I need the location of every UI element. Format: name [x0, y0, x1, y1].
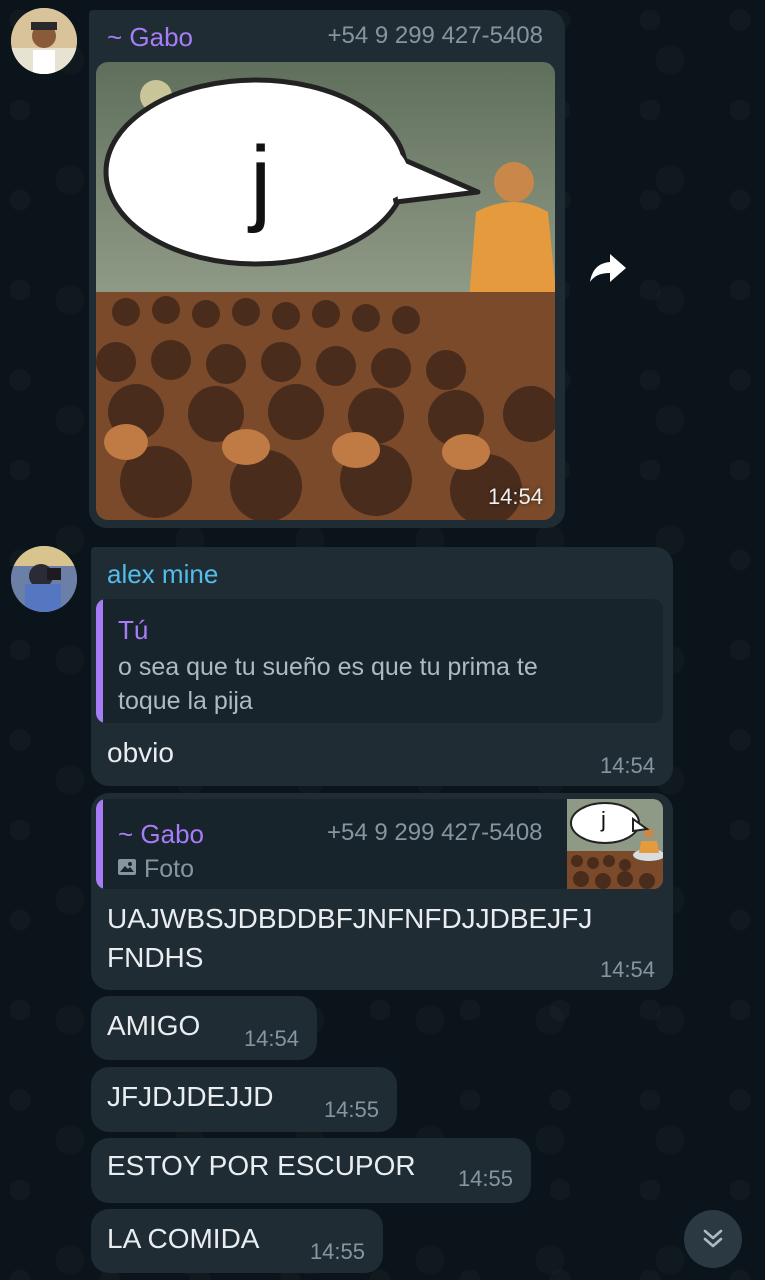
- message-time: 14:55: [309, 1239, 365, 1264]
- meme-image: [96, 62, 555, 520]
- reply-author: ~ Gabo: [118, 819, 205, 849]
- message-time: 14:54: [243, 1026, 299, 1051]
- double-chevron-down-icon: [703, 1229, 723, 1248]
- message-bubble[interactable]: LA COMIDA 14:55: [91, 1209, 383, 1273]
- reply-author: Tú: [118, 615, 149, 645]
- reply-text-line1: o sea que tu sueño es que tu prima te: [118, 653, 538, 681]
- sender-name[interactable]: ~ Gabo: [107, 22, 193, 53]
- message-text: AMIGO: [107, 1010, 201, 1041]
- sender-phone: +54 9 299 427-5408: [327, 22, 543, 49]
- message-time: 14:54: [599, 753, 655, 778]
- avatar-alex-image: [11, 546, 77, 612]
- reply-thumbnail-text: j: [601, 807, 606, 832]
- photo-icon: [118, 859, 136, 875]
- avatar-gabo-image: [11, 8, 77, 74]
- message-bubble-alex-reply[interactable]: alex mine Tú o sea que tu sueño es que t…: [91, 547, 673, 786]
- reply-thumbnail: j: [567, 799, 663, 889]
- reply-type-label: Foto: [144, 855, 195, 883]
- forward-button[interactable]: [586, 248, 630, 288]
- reply-quote-bar: [96, 599, 103, 723]
- message-bubble[interactable]: ESTOY POR ESCUPOR 14:55: [91, 1138, 531, 1203]
- message-time: 14:55: [323, 1097, 379, 1122]
- message-text-line2: FNDHS: [107, 942, 204, 973]
- message-time: 14:55: [457, 1166, 513, 1191]
- message-text: JFJDJDEJJD: [107, 1081, 274, 1112]
- reply-quote[interactable]: Tú o sea que tu sueño es que tu prima te…: [96, 599, 663, 723]
- message-bubble-gabo-photo[interactable]: ~ Gabo +54 9 299 427-5408 j 14:54: [89, 10, 565, 528]
- speech-bubble-text: j: [250, 127, 272, 234]
- reply-phone: +54 9 299 427-5408: [327, 819, 543, 846]
- avatar-gabo[interactable]: [11, 8, 77, 74]
- photo-attachment[interactable]: j 14:54: [96, 62, 555, 520]
- forward-arrow-icon: [590, 254, 626, 282]
- avatar-alex[interactable]: [11, 546, 77, 612]
- reply-quote[interactable]: ~ Gabo +54 9 299 427-5408 Foto j: [96, 799, 663, 889]
- reply-quote-bar: [96, 799, 103, 889]
- message-bubble[interactable]: JFJDJDEJJD 14:55: [91, 1067, 397, 1132]
- scroll-to-bottom-button[interactable]: [684, 1210, 742, 1268]
- message-bubble[interactable]: AMIGO 14:54: [91, 996, 317, 1060]
- reply-text-line2: toque la pija: [118, 687, 253, 715]
- message-time: 14:54: [487, 484, 543, 509]
- message-text: ESTOY POR ESCUPOR: [107, 1150, 416, 1181]
- message-text: obvio: [107, 737, 174, 768]
- message-text: LA COMIDA: [107, 1223, 260, 1254]
- message-time: 14:54: [599, 957, 655, 982]
- sender-name[interactable]: alex mine: [107, 559, 218, 590]
- message-bubble-photo-reply[interactable]: ~ Gabo +54 9 299 427-5408 Foto j UAJWBSJ…: [91, 793, 673, 990]
- message-text-line1: UAJWBSJDBDDBFJNFNFDJJDBEJFJ: [107, 903, 593, 934]
